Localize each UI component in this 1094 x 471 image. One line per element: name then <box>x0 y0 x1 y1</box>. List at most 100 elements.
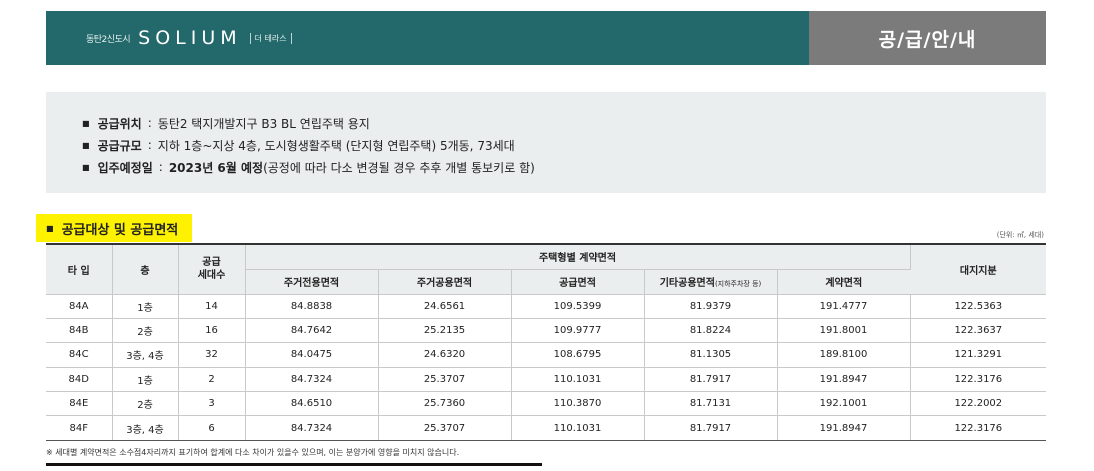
info-value: 지하 1층~지상 4층, 도시형생활주택 (단지형 연립주택) 5개동, 73세… <box>157 138 515 153</box>
cell-exclusive: 84.7642 <box>245 318 379 344</box>
section-title-text: 공급대상 및 공급면적 <box>61 222 179 238</box>
cell-common: 24.6561 <box>378 294 512 319</box>
cell-floor: 3층, 4층 <box>112 342 179 368</box>
cell-units: 2 <box>178 367 246 393</box>
cell-other-common: 81.1305 <box>644 342 778 368</box>
footnote-underline <box>46 463 542 466</box>
cell-supply: 109.9777 <box>511 318 645 344</box>
cell-other-common: 81.7917 <box>644 415 778 441</box>
cell-units: 6 <box>178 415 246 441</box>
info-location: ■ 공급위치 : 동탄2 택지개발지구 B3 BL 연립주택 용지 <box>82 112 1046 134</box>
cell-land-share: 121.3291 <box>910 342 1047 368</box>
section-title: ■ 공급대상 및 공급면적 <box>36 214 193 242</box>
cell-land-share: 122.2002 <box>910 391 1047 417</box>
cell-common: 24.6320 <box>378 342 512 368</box>
cell-land-share: 122.3176 <box>910 367 1047 393</box>
cell-supply: 110.3870 <box>511 391 645 417</box>
cell-land-share: 122.3637 <box>910 318 1047 344</box>
cell-contract: 191.8947 <box>777 415 911 441</box>
brand-logo: SOLIUM <box>138 27 242 49</box>
square-bullet-icon: ■ <box>82 162 90 172</box>
info-label: 공급위치 <box>97 116 142 131</box>
cell-type: 84A <box>46 294 113 319</box>
section-label-area: 공/급/안/내 <box>809 11 1046 65</box>
cell-floor: 1층 <box>112 294 179 319</box>
cell-other-common: 81.8224 <box>644 318 778 344</box>
cell-common: 25.2135 <box>378 318 512 344</box>
section-label: 공/급/안/내 <box>878 28 977 51</box>
supply-info-box: ■ 공급위치 : 동탄2 택지개발지구 B3 BL 연립주택 용지 ■ 공급규모… <box>46 92 1046 193</box>
header-bar: 동탄2신도시 SOLIUM 더 테라스 공/급/안/내 <box>46 11 1046 65</box>
cell-exclusive: 84.6510 <box>245 391 379 417</box>
header-land-share: 대지지분 <box>910 243 1047 295</box>
cell-units: 16 <box>178 318 246 344</box>
brand-tagline: 더 테라스 <box>249 32 292 44</box>
cell-floor: 1층 <box>112 367 179 393</box>
header-other-common-area: 기타공용면적(지하주차장 등) <box>644 269 778 295</box>
cell-units: 14 <box>178 294 246 319</box>
cell-exclusive: 84.0475 <box>245 342 379 368</box>
info-move-in: ■ 입주예정일 : 2023년 6월 예정 (공정에 따라 다소 변경될 경우 … <box>82 156 1046 178</box>
cell-exclusive: 84.7324 <box>245 367 379 393</box>
cell-supply: 110.1031 <box>511 367 645 393</box>
info-value: (공정에 따라 다소 변경될 경우 추후 개별 통보키로 함) <box>263 160 535 175</box>
cell-contract: 189.8100 <box>777 342 911 368</box>
cell-other-common: 81.7131 <box>644 391 778 417</box>
table-row: 84F 3층, 4층 6 84.7324 25.3707 110.1031 81… <box>46 415 1047 441</box>
cell-exclusive: 84.7324 <box>245 415 379 441</box>
info-value: 동탄2 택지개발지구 B3 BL 연립주택 용지 <box>157 116 370 131</box>
info-label: 입주예정일 <box>97 160 153 175</box>
cell-supply: 109.5399 <box>511 294 645 319</box>
header-other-common-label: 기타공용면적 <box>659 278 715 289</box>
square-bullet-icon: ■ <box>82 140 90 150</box>
cell-floor: 2층 <box>112 318 179 344</box>
cell-contract: 192.1001 <box>777 391 911 417</box>
header-units: 공급 세대수 <box>178 243 246 295</box>
cell-supply: 108.6795 <box>511 342 645 368</box>
table-footnote: ※ 세대별 계약면적은 소수점4자리까지 표기하여 합계에 다소 차이가 있을수… <box>46 448 460 457</box>
table-row: 84D 1층 2 84.7324 25.3707 110.1031 81.791… <box>46 367 1047 393</box>
cell-type: 84E <box>46 391 113 417</box>
cell-units: 32 <box>178 342 246 368</box>
colon-separator: : <box>147 116 152 130</box>
info-scale: ■ 공급규모 : 지하 1층~지상 4층, 도시형생활주택 (단지형 연립주택)… <box>82 134 1046 156</box>
cell-exclusive: 84.8838 <box>245 294 379 319</box>
cell-common: 25.3707 <box>378 367 512 393</box>
square-bullet-icon: ■ <box>46 223 54 233</box>
cell-common: 25.3707 <box>378 415 512 441</box>
header-other-common-note: (지하주차장 등) <box>714 280 762 288</box>
brand-subtitle: 동탄2신도시 <box>86 34 131 45</box>
cell-floor: 3층, 4층 <box>112 415 179 441</box>
cell-supply: 110.1031 <box>511 415 645 441</box>
cell-contract: 191.4777 <box>777 294 911 319</box>
supply-area-table: 타 입 층 공급 세대수 주택형별 계약면적 대지지분 주거전용면적 주거공용면… <box>46 243 1047 441</box>
cell-other-common: 81.9379 <box>644 294 778 319</box>
colon-separator: : <box>158 160 163 174</box>
header-common-area: 주거공용면적 <box>378 269 512 295</box>
cell-units: 3 <box>178 391 246 417</box>
cell-land-share: 122.3176 <box>910 415 1047 441</box>
info-value-emphasis: 2023년 6월 예정 <box>168 160 264 175</box>
cell-contract: 191.8001 <box>777 318 911 344</box>
table-row: 84C 3층, 4층 32 84.0475 24.6320 108.6795 8… <box>46 342 1047 368</box>
cell-common: 25.7360 <box>378 391 512 417</box>
table-row: 84A 1층 14 84.8838 24.6561 109.5399 81.93… <box>46 294 1047 319</box>
table-row: 84E 2층 3 84.6510 25.7360 110.3870 81.713… <box>46 391 1047 417</box>
colon-separator: : <box>147 138 152 152</box>
square-bullet-icon: ■ <box>82 118 90 128</box>
table-row: 84B 2층 16 84.7642 25.2135 109.9777 81.82… <box>46 318 1047 344</box>
header-supply-area: 공급면적 <box>511 269 645 295</box>
info-label: 공급규모 <box>97 138 142 153</box>
unit-note: (단위: ㎡, 세대) <box>996 231 1044 239</box>
header-exclusive-area: 주거전용면적 <box>245 269 379 295</box>
cell-type: 84C <box>46 342 113 368</box>
header-contract-area: 계약면적 <box>777 269 911 295</box>
cell-floor: 2층 <box>112 391 179 417</box>
header-contract-group: 주택형별 계약면적 <box>245 243 911 270</box>
header-type: 타 입 <box>46 243 113 295</box>
header-floor: 층 <box>112 243 179 295</box>
cell-type: 84F <box>46 415 113 441</box>
cell-land-share: 122.5363 <box>910 294 1047 319</box>
cell-type: 84B <box>46 318 113 344</box>
brand-area: 동탄2신도시 SOLIUM 더 테라스 <box>46 11 809 65</box>
